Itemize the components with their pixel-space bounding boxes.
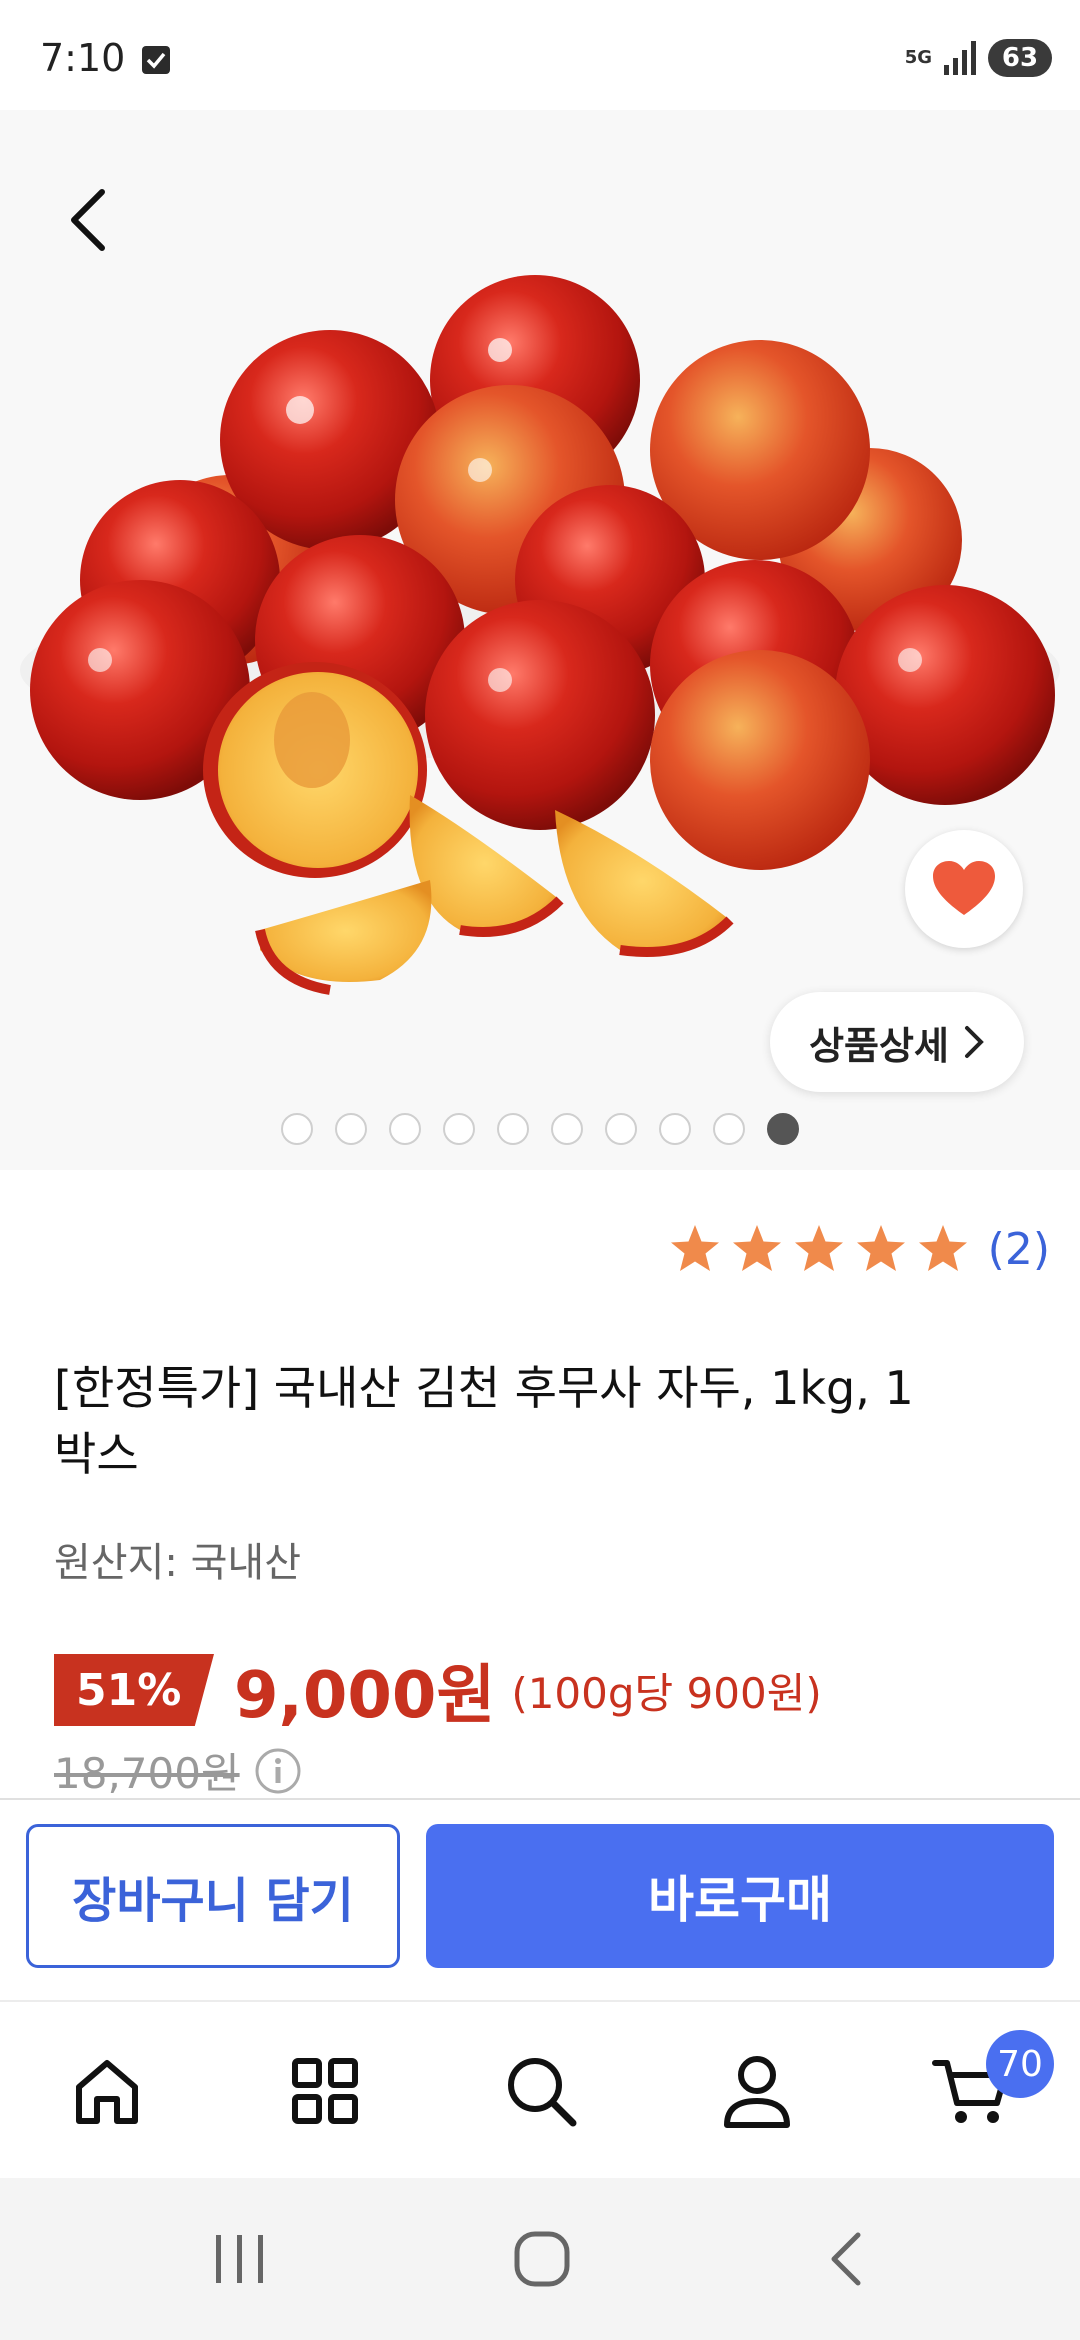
carousel-dot-active[interactable]: [767, 1113, 799, 1145]
network-type-icon: 5G: [904, 47, 932, 68]
purchase-action-bar: 장바구니 담기 바로구매: [0, 1798, 1080, 2000]
wishlist-button[interactable]: [905, 830, 1023, 948]
add-to-cart-button[interactable]: 장바구니 담기: [26, 1824, 400, 1968]
buy-now-button[interactable]: 바로구매: [426, 1824, 1054, 1968]
review-count[interactable]: (2): [988, 1224, 1050, 1275]
rating-summary[interactable]: (2): [668, 1222, 1050, 1276]
carousel-indicator: [0, 1113, 1080, 1149]
nav-home[interactable]: [62, 2046, 152, 2136]
carousel-dot[interactable]: [605, 1113, 637, 1145]
back-arrow-icon: [71, 189, 105, 251]
price-row: 51% 9,000원 (100g당 900원): [54, 1652, 822, 1733]
product-image-carousel[interactable]: 상품상세: [0, 110, 1080, 1170]
product-detail-label: 상품상세: [809, 1023, 949, 1068]
star-icon: [732, 1225, 781, 1271]
system-navigation-bar: [0, 2178, 1080, 2340]
status-indicators: 5G 63: [905, 38, 1052, 78]
search-icon: [508, 2058, 577, 2127]
product-detail-screen: 7:10 5G 63 상품상세 (2) [한정특가] 국내산 김천 후무사 자두…: [0, 0, 1080, 2340]
carousel-dot[interactable]: [497, 1113, 529, 1145]
carousel-dot[interactable]: [713, 1113, 745, 1145]
unit-price: (100g당 900원): [511, 1668, 822, 1718]
star-icon: [670, 1225, 719, 1271]
star-icon: [918, 1225, 967, 1271]
info-icon[interactable]: [254, 1747, 302, 1795]
original-price: 18,700원: [54, 1749, 240, 1798]
category-icon: [292, 2058, 358, 2124]
product-detail-button[interactable]: 상품상세: [770, 992, 1024, 1092]
nav-category[interactable]: [280, 2046, 370, 2136]
cart-count-badge: 70: [986, 2030, 1054, 2098]
home-button[interactable]: [492, 2214, 592, 2304]
signal-icon: [944, 41, 976, 75]
status-bar: 7:10 5G 63: [0, 0, 1080, 110]
sale-price: 9,000원: [234, 1659, 496, 1733]
carousel-dot[interactable]: [443, 1113, 475, 1145]
product-title: [한정특가] 국내산 김천 후무사 자두, 1kg, 1박스: [54, 1361, 914, 1481]
nav-search[interactable]: [496, 2046, 586, 2136]
original-price-row: 18,700원: [54, 1740, 302, 1801]
carousel-dot[interactable]: [551, 1113, 583, 1145]
user-icon: [724, 2056, 790, 2128]
home-icon: [76, 2060, 138, 2124]
nav-my-page[interactable]: [712, 2046, 802, 2136]
heart-icon: [933, 861, 995, 915]
carousel-dot[interactable]: [659, 1113, 691, 1145]
back-button[interactable]: [60, 180, 120, 260]
home-circle-icon: [514, 2231, 570, 2287]
carousel-dot[interactable]: [335, 1113, 367, 1145]
battery-icon: 63: [988, 39, 1052, 77]
recent-apps-button[interactable]: [190, 2214, 290, 2304]
product-origin: 원산지: 국내산: [54, 1540, 301, 1586]
discount-badge: 51%: [54, 1654, 214, 1726]
star-icon: [794, 1225, 843, 1271]
bottom-navigation: 70: [0, 2000, 1080, 2178]
star-icon: [856, 1225, 905, 1271]
recent-apps-icon: [216, 2235, 263, 2283]
notification-check-icon: [142, 46, 170, 74]
system-back-button[interactable]: [796, 2214, 896, 2304]
carousel-dot[interactable]: [389, 1113, 421, 1145]
system-back-icon: [831, 2232, 861, 2286]
carousel-dot[interactable]: [281, 1113, 313, 1145]
chevron-right-icon: [964, 1026, 984, 1058]
status-time: 7:10: [40, 36, 126, 80]
